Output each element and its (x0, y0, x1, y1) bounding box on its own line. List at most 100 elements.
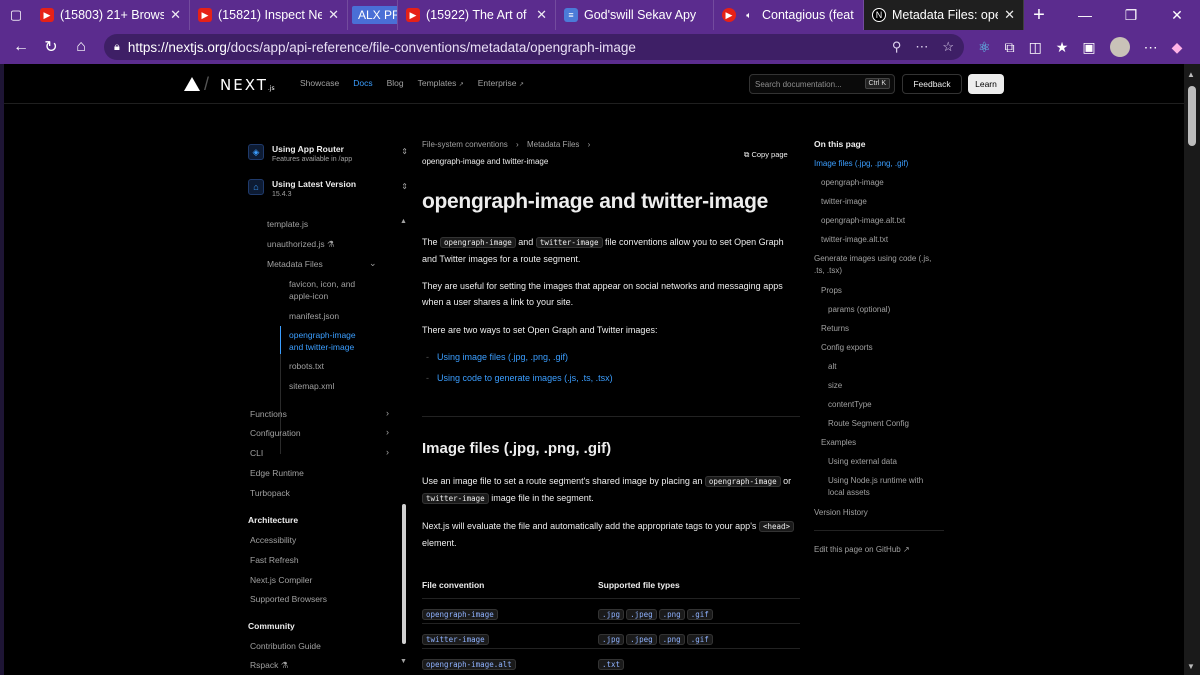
nav-showcase[interactable]: Showcase (300, 78, 339, 88)
chevron-down-icon[interactable]: ⌄ (369, 258, 377, 269)
search-input[interactable]: Search documentation... Ctrl K (749, 74, 895, 94)
toc-item-version-history[interactable]: Version History (814, 507, 868, 519)
sidebar-scrollbar[interactable] (402, 504, 406, 644)
scroll-down-icon[interactable]: ▼ (1187, 662, 1195, 671)
sidebar-item-compiler[interactable]: Next.js Compiler (250, 575, 312, 585)
scroll-down-icon[interactable]: ▼ (400, 658, 407, 665)
router-selector[interactable]: ◈ Using App Router Features available in… (248, 144, 408, 163)
version-selector[interactable]: ⌂ Using Latest Version 15.4.3 ⇕ (248, 179, 408, 198)
favorites-icon[interactable]: ★ (1056, 39, 1069, 56)
toc-item-external-data[interactable]: Using external data (828, 456, 897, 468)
back-icon[interactable]: ← (6, 32, 36, 62)
tab-7-active[interactable]: N Metadata Files: open ✕ (864, 0, 1024, 30)
sidebar-item-edge-runtime[interactable]: Edge Runtime (250, 468, 304, 478)
split-screen-icon[interactable]: ◫ (1029, 39, 1042, 56)
nav-enterprise[interactable]: Enterprise ↗ (478, 78, 524, 88)
sidebar-item-turbopack[interactable]: Turbopack (250, 488, 290, 498)
puzzle-icon[interactable]: ⧉ (1005, 39, 1015, 56)
toc-item-nodejs-runtime[interactable]: Using Node.js runtime with (828, 475, 923, 487)
sidebar-item-sitemap[interactable]: sitemap.xml (289, 381, 334, 391)
scrollbar-thumb[interactable] (1188, 86, 1196, 146)
breadcrumb-item[interactable]: File-system conventions (422, 140, 508, 149)
close-icon[interactable]: ✕ (1004, 7, 1015, 23)
avatar[interactable] (1109, 37, 1130, 57)
sidebar-item-cli[interactable]: CLI (250, 448, 263, 458)
tab-2[interactable]: ▶ (15821) Inspect Netw ✕ (190, 0, 348, 30)
tab-3[interactable]: ALX PF (348, 0, 398, 30)
toc-item-generate-images-cont[interactable]: .ts, .tsx) (814, 265, 842, 277)
nav-blog[interactable]: Blog (387, 78, 404, 88)
home-icon[interactable]: ⌂ (66, 32, 96, 62)
sidebar-item-functions[interactable]: Functions (250, 409, 287, 419)
collections-icon[interactable]: ▣ (1082, 39, 1095, 56)
sidebar-item-configuration[interactable]: Configuration (250, 428, 301, 438)
scroll-up-icon[interactable]: ▲ (1187, 70, 1195, 79)
minimize-icon[interactable]: — (1062, 7, 1108, 24)
sidebar-item-manifest[interactable]: manifest.json (289, 311, 339, 321)
more-options-icon[interactable]: ⋯ (1144, 39, 1158, 56)
sidebar-item-supported-browsers[interactable]: Supported Browsers (250, 594, 327, 604)
nav-docs[interactable]: Docs (353, 78, 372, 88)
learn-button[interactable]: Learn (968, 74, 1004, 94)
copy-page-button[interactable]: ⧉ Copy page (744, 150, 788, 160)
sidebar-item-favicon[interactable]: favicon, icon, and (289, 279, 355, 289)
toc-item-generate-images[interactable]: Generate images using code (.js, (814, 253, 931, 265)
toc-item-props[interactable]: Props (821, 285, 842, 297)
toc-item-twitter-image[interactable]: twitter-image (821, 196, 867, 208)
link-image-files[interactable]: - Using image files (.jpg, .png, .gif) (426, 352, 568, 362)
react-devtools-icon[interactable]: ⚛ (978, 39, 991, 56)
link-code-generate[interactable]: - Using code to generate images (.js, .ts… (426, 373, 613, 383)
sidebar-item-rspack[interactable]: Rspack ⚗ (250, 660, 288, 671)
sidebar-item-robots[interactable]: robots.txt (289, 361, 324, 371)
url-field[interactable]: 🔒︎ https://nextjs.org/docs/app/api-refer… (104, 34, 964, 60)
sidebar-item-favicon-cont[interactable]: apple-icon (289, 291, 328, 301)
tab-5[interactable]: ≡ God'swill Sekav Apy (556, 0, 714, 30)
chevron-right-icon[interactable]: › (386, 427, 389, 437)
restore-icon[interactable]: ❐ (1108, 7, 1154, 24)
toc-item-config-exports[interactable]: Config exports (821, 342, 873, 354)
toc-item-og-alt[interactable]: opengraph-image.alt.txt (821, 215, 905, 227)
sidebar-item-opengraph[interactable]: opengraph-image (289, 330, 356, 340)
sidebar-item-unauthorized[interactable]: unauthorized.js ⚗ (267, 239, 335, 250)
zoom-icon[interactable]: ⚲ (892, 39, 902, 55)
toc-item-twitter-alt[interactable]: twitter-image.alt.txt (821, 234, 888, 246)
more-icon[interactable]: ⋯ (915, 39, 928, 55)
sidebar-item-contribution-guide[interactable]: Contribution Guide (250, 641, 321, 651)
sidebar-item-opengraph-cont[interactable]: and twitter-image (289, 342, 354, 352)
tab-6[interactable]: ▶ 🔈︎ Contagious (feat (714, 0, 864, 30)
toc-item-returns[interactable]: Returns (821, 323, 849, 335)
feedback-button[interactable]: Feedback (902, 74, 962, 94)
nav-templates[interactable]: Templates ↗ (418, 78, 464, 88)
chevron-right-icon[interactable]: › (386, 408, 389, 418)
close-window-icon[interactable]: ✕ (1154, 7, 1200, 24)
toc-item-examples[interactable]: Examples (821, 437, 856, 449)
copilot-icon[interactable]: ◆ (1172, 39, 1183, 56)
scroll-up-icon[interactable]: ▲ (400, 218, 407, 225)
toc-item-content-type[interactable]: contentType (828, 399, 872, 411)
sidebar-item-metadata-files[interactable]: Metadata Files (267, 259, 323, 269)
toc-item-params[interactable]: params (optional) (828, 304, 890, 316)
toc-item-nodejs-runtime-cont[interactable]: local assets (828, 487, 870, 499)
toc-item-opengraph-image[interactable]: opengraph-image (821, 177, 884, 189)
page-scrollbar[interactable]: ▲ ▼ (1184, 64, 1200, 675)
edit-on-github-link[interactable]: Edit this page on GitHub ↗ (814, 544, 910, 556)
toc-item-size[interactable]: size (828, 380, 842, 392)
toc-item-image-files[interactable]: Image files (.jpg, .png, .gif) (814, 158, 908, 170)
tab-4[interactable]: ▶ (15922) The Art of Re ✕ (398, 0, 556, 30)
new-tab-icon[interactable]: + (1024, 4, 1054, 27)
tab-actions-icon[interactable]: ▢ (0, 0, 32, 30)
breadcrumb-item[interactable]: Metadata Files (527, 140, 579, 149)
close-icon[interactable]: ✕ (328, 7, 339, 23)
tab-1[interactable]: ▶ (15803) 21+ Browser ✕ (32, 0, 190, 30)
sidebar-item-accessibility[interactable]: Accessibility (250, 535, 296, 545)
toc-item-route-segment-config[interactable]: Route Segment Config (828, 418, 909, 430)
nextjs-logo[interactable]: NEXT.js (220, 76, 275, 94)
refresh-icon[interactable]: ↻ (36, 32, 66, 62)
chevron-right-icon[interactable]: › (386, 447, 389, 457)
toc-item-alt[interactable]: alt (828, 361, 836, 373)
close-icon[interactable]: ✕ (170, 7, 181, 23)
sidebar-item-template[interactable]: template.js (267, 219, 308, 229)
vercel-logo-icon[interactable] (184, 77, 200, 91)
star-icon[interactable]: ☆ (942, 39, 954, 55)
sidebar-item-fast-refresh[interactable]: Fast Refresh (250, 555, 299, 565)
